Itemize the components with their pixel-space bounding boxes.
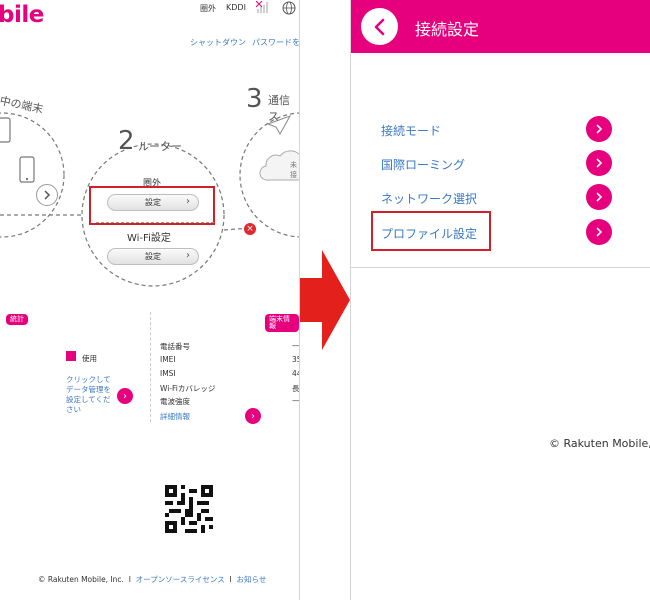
wifi-settings-button[interactable]: 設定 › bbox=[107, 248, 199, 265]
oss-license-link[interactable]: オープンソースライセンス bbox=[136, 575, 225, 584]
info-value-signal: — bbox=[292, 396, 300, 405]
menu-item-connection-mode[interactable]: 接続モード bbox=[381, 122, 441, 139]
comm-step-number: 3 bbox=[246, 84, 263, 114]
highlight-box bbox=[89, 186, 215, 225]
comm-heading: 通信ス bbox=[268, 94, 290, 123]
connection-settings-header: 接続設定 bbox=[351, 0, 650, 53]
stats-tag: 統計 bbox=[6, 314, 28, 325]
right-screen: 接続設定 接続モード 国際ローミング ネットワーク選択 プロファイル設定 © R… bbox=[350, 0, 650, 600]
data-link-line-3: 設定してくだ bbox=[66, 395, 111, 404]
chevron-right-icon bbox=[44, 190, 51, 200]
detail-info-button[interactable]: › bbox=[245, 408, 261, 424]
left-footer: © Rakuten Mobile, Inc. I オープンソースライセンス I … bbox=[38, 574, 266, 585]
data-link-line-1: クリックして bbox=[66, 375, 111, 384]
chevron-right-icon bbox=[596, 124, 603, 134]
right-footer-copyright: © Rakuten Mobile, bbox=[549, 437, 650, 450]
chevron-right-icon: › bbox=[251, 410, 255, 422]
info-value-wifi-coverage: 長 bbox=[292, 384, 300, 393]
profile-settings-button[interactable] bbox=[586, 219, 612, 245]
router-step-number: 2 bbox=[118, 126, 135, 156]
chevron-right-icon bbox=[596, 227, 603, 237]
info-label-imsi: IMSI bbox=[160, 369, 176, 378]
copyright-text: © Rakuten Mobile, Inc. bbox=[38, 575, 124, 584]
info-label-imei: IMEI bbox=[160, 355, 176, 364]
vertical-divider bbox=[150, 312, 151, 422]
info-label-wifi-coverage: Wi-Fiカバレッジ bbox=[160, 384, 216, 393]
usage-legend-swatch bbox=[66, 351, 76, 361]
back-button[interactable] bbox=[361, 8, 398, 45]
chevron-right-icon: › bbox=[123, 390, 127, 402]
chevron-left-icon bbox=[374, 18, 384, 35]
menu-item-roaming[interactable]: 国際ローミング bbox=[381, 156, 465, 173]
chevron-right-icon bbox=[596, 158, 603, 168]
menu-item-network-select[interactable]: ネットワーク選択 bbox=[381, 190, 477, 207]
usage-legend-label: 使用 bbox=[82, 354, 97, 363]
qr-code-icon bbox=[165, 485, 213, 533]
connection-mode-button[interactable] bbox=[586, 116, 612, 142]
wifi-heading: Wi-Fi設定 bbox=[127, 233, 171, 244]
info-label-signal: 電波強度 bbox=[160, 397, 190, 406]
network-select-button[interactable] bbox=[586, 184, 612, 210]
info-value-phone: — bbox=[292, 341, 300, 350]
notice-link[interactable]: お知らせ bbox=[237, 575, 267, 584]
detail-info-link[interactable]: 詳細情報 bbox=[160, 412, 190, 422]
left-screen: bile 圏外 KDDI シャットダウン パスワードを 中の端末 2 ルーター … bbox=[0, 0, 300, 600]
disconnected-icon: × bbox=[244, 223, 256, 235]
data-management-link[interactable]: クリックして データ管理を 設定してくだ さい bbox=[66, 375, 111, 415]
info-value-imsi: 44 bbox=[292, 369, 299, 378]
chevron-right-icon: › bbox=[186, 250, 190, 261]
page-title: 接続設定 bbox=[415, 20, 480, 39]
section-divider bbox=[351, 267, 650, 268]
highlight-box bbox=[371, 211, 491, 251]
info-label-phone: 電話番号 bbox=[160, 342, 190, 351]
device-info-tag: 端末情報 bbox=[265, 314, 299, 332]
info-value-imei: 35 bbox=[292, 355, 299, 364]
devices-next-button[interactable] bbox=[36, 184, 58, 206]
router-heading: ルーター bbox=[138, 140, 182, 153]
transition-arrow-icon bbox=[300, 250, 350, 350]
chevron-right-icon bbox=[596, 192, 603, 202]
roaming-button[interactable] bbox=[586, 150, 612, 176]
data-link-line-4: さい bbox=[66, 405, 81, 414]
data-management-button[interactable]: › bbox=[117, 388, 133, 404]
wifi-settings-label: 設定 bbox=[145, 252, 161, 261]
data-link-line-2: データ管理を bbox=[66, 385, 111, 394]
divider bbox=[96, 222, 214, 223]
cloud-status: 未接 bbox=[290, 161, 297, 179]
